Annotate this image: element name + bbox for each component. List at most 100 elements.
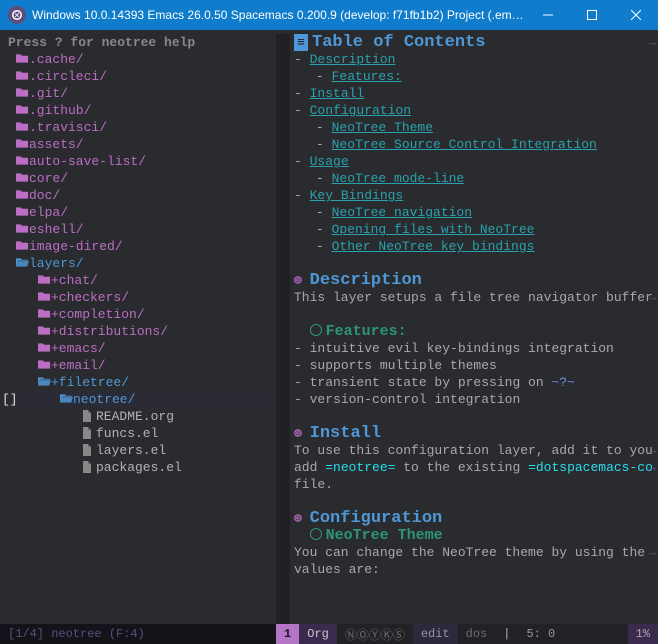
- tree-dir-label: core/: [29, 170, 68, 187]
- toc-item[interactable]: - Key Bindings: [294, 187, 652, 204]
- toc-item[interactable]: - Usage: [294, 153, 652, 170]
- overflow-arrow-icon: →: [648, 289, 656, 306]
- toc-item[interactable]: - NeoTree navigation: [294, 204, 652, 221]
- folder-closed-icon: [16, 51, 29, 68]
- tree-dir[interactable]: +filetree/: [8, 374, 268, 391]
- tree-dir[interactable]: +distributions/: [8, 323, 268, 340]
- toc-link[interactable]: NeoTree navigation: [332, 205, 472, 220]
- toc-link[interactable]: Description: [310, 52, 396, 67]
- tree-dir-label: .github/: [29, 102, 91, 119]
- toc-item[interactable]: - Description: [294, 51, 652, 68]
- window-title: Windows 10.0.14393 Emacs 26.0.50 Spacema…: [32, 8, 526, 22]
- tree-dir-label: elpa/: [29, 204, 68, 221]
- close-button[interactable]: [614, 0, 658, 30]
- toc-link[interactable]: Key Bindings: [310, 188, 404, 203]
- file-icon: [82, 442, 96, 459]
- tree-dir[interactable]: assets/: [8, 136, 268, 153]
- tree-dir-label: +chat/: [51, 272, 98, 289]
- toc-link[interactable]: NeoTree mode-line: [332, 171, 465, 186]
- tree-dir[interactable]: +email/: [8, 357, 268, 374]
- folder-closed-icon: [38, 357, 51, 374]
- neotree-modeline: [1/4] neotree (F:4): [0, 624, 276, 644]
- encoding: dos: [458, 624, 496, 644]
- toc-link[interactable]: Configuration: [310, 103, 411, 118]
- tree-file[interactable]: packages.el: [8, 459, 268, 476]
- subsection-heading: Features:: [294, 323, 652, 340]
- toc-link[interactable]: Install: [310, 86, 365, 101]
- window-titlebar: Windows 10.0.14393 Emacs 26.0.50 Spacema…: [0, 0, 658, 30]
- tree-dir[interactable]: .circleci/: [8, 68, 268, 85]
- toc-link[interactable]: Opening files with NeoTree: [332, 222, 535, 237]
- body-text: This layer setups a file tree navigator …: [294, 289, 652, 306]
- toc-item[interactable]: - NeoTree Theme: [294, 119, 652, 136]
- tree-dir-label: .git/: [29, 85, 68, 102]
- separator: |: [495, 624, 518, 644]
- tree-dir[interactable]: eshell/: [8, 221, 268, 238]
- subsection-heading: NeoTree Theme: [294, 527, 652, 544]
- toc-link[interactable]: NeoTree Source Control Integration: [332, 137, 597, 152]
- maximize-button[interactable]: [570, 0, 614, 30]
- tree-file[interactable]: funcs.el: [8, 425, 268, 442]
- toc-link[interactable]: Other NeoTree key bindings: [332, 239, 535, 254]
- hollow-bullet-icon: [310, 324, 322, 336]
- folder-closed-icon: [38, 272, 51, 289]
- toc-link[interactable]: NeoTree Theme: [332, 120, 433, 135]
- folder-closed-icon: [16, 119, 29, 136]
- neotree-pane[interactable]: Press ? for neotree help .cache/ .circle…: [0, 30, 276, 644]
- folder-closed-icon: [16, 153, 29, 170]
- toc-item[interactable]: - Opening files with NeoTree: [294, 221, 652, 238]
- tree-dir-label: +completion/: [51, 306, 145, 323]
- scroll-percent: 1%: [628, 624, 658, 644]
- toc-link[interactable]: Features:: [332, 69, 402, 84]
- file-icon: [82, 459, 96, 476]
- folder-closed-icon: [16, 68, 29, 85]
- tree-file-label: layers.el: [96, 442, 166, 459]
- overflow-arrow-icon: →: [648, 544, 656, 561]
- toc-link[interactable]: Usage: [310, 154, 349, 169]
- toc-item[interactable]: - Features:: [294, 68, 652, 85]
- tree-dir[interactable]: +chat/: [8, 272, 268, 289]
- tree-dir[interactable]: neotree/[]: [8, 391, 268, 408]
- window-number: 1: [276, 624, 299, 644]
- list-item: - intuitive evil key-bindings integratio…: [294, 340, 652, 357]
- fold-marker-icon: ≡: [294, 34, 308, 51]
- tree-dir[interactable]: .git/: [8, 85, 268, 102]
- body-text: To use this configuration layer, add it …: [294, 442, 652, 459]
- tree-dir[interactable]: +completion/: [8, 306, 268, 323]
- tree-dir-label: eshell/: [29, 221, 84, 238]
- tree-dir[interactable]: +checkers/: [8, 289, 268, 306]
- tree-file-label: funcs.el: [96, 425, 158, 442]
- toc-item[interactable]: - NeoTree Source Control Integration: [294, 136, 652, 153]
- tree-file[interactable]: layers.el: [8, 442, 268, 459]
- tree-file-label: README.org: [96, 408, 174, 425]
- tree-dir[interactable]: .cache/: [8, 51, 268, 68]
- cursor-bracket: []: [2, 391, 18, 408]
- tree-dir[interactable]: core/: [8, 170, 268, 187]
- toc-item[interactable]: - NeoTree mode-line: [294, 170, 652, 187]
- tree-dir-label: neotree/: [73, 391, 135, 408]
- folder-closed-icon: [16, 102, 29, 119]
- toc-item[interactable]: - Other NeoTree key bindings: [294, 238, 652, 255]
- tree-file[interactable]: README.org: [8, 408, 268, 425]
- org-buffer-pane[interactable]: ≡Table of Contents→- Description- Featur…: [276, 30, 658, 644]
- spacemacs-icon: [8, 6, 26, 24]
- tree-dir[interactable]: .travisci/: [8, 119, 268, 136]
- tree-file-label: packages.el: [96, 459, 182, 476]
- toc-heading: ≡Table of Contents→: [294, 34, 652, 51]
- folder-closed-icon: [16, 85, 29, 102]
- tree-dir[interactable]: .github/: [8, 102, 268, 119]
- toc-item[interactable]: - Configuration: [294, 102, 652, 119]
- tree-dir-label: .travisci/: [29, 119, 107, 136]
- minimize-button[interactable]: [526, 0, 570, 30]
- tree-dir[interactable]: layers/: [8, 255, 268, 272]
- tree-dir[interactable]: doc/: [8, 187, 268, 204]
- tree-dir-label: doc/: [29, 187, 60, 204]
- tree-dir[interactable]: image-dired/: [8, 238, 268, 255]
- tree-dir[interactable]: elpa/: [8, 204, 268, 221]
- tree-dir-label: +filetree/: [51, 374, 129, 391]
- tree-dir[interactable]: +emacs/: [8, 340, 268, 357]
- neotree-help: Press ? for neotree help: [0, 34, 276, 51]
- folder-closed-icon: [16, 238, 29, 255]
- toc-item[interactable]: - Install: [294, 85, 652, 102]
- tree-dir[interactable]: auto-save-list/: [8, 153, 268, 170]
